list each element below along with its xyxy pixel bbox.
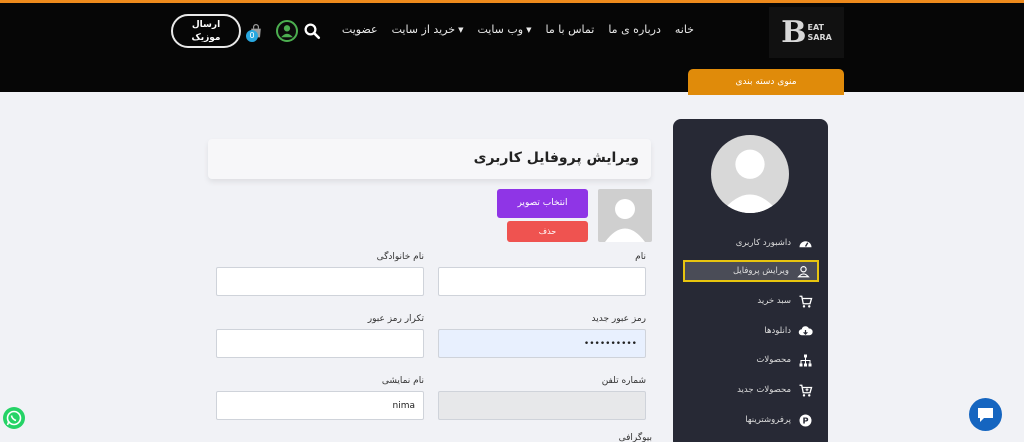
live-chat-button[interactable] — [969, 398, 1002, 431]
new-password-input[interactable] — [438, 329, 646, 358]
user-account-icon[interactable] — [276, 20, 298, 42]
nav-home[interactable]: خانه — [675, 23, 694, 36]
repeat-password-input[interactable] — [216, 329, 424, 358]
cart-icon — [799, 295, 813, 308]
svg-text:P: P — [802, 415, 808, 425]
search-icon[interactable] — [303, 22, 321, 40]
send-music-label-2: موزیک — [191, 33, 221, 43]
sidebar-item-edit-profile[interactable]: ویرایش پروفایل — [683, 260, 819, 282]
logo-letter: B — [781, 14, 807, 50]
user-icon — [797, 265, 810, 277]
last-name-label: نام خانوادگی — [376, 252, 424, 262]
sidebar-item-dashboard[interactable]: داشبورد کاربری — [683, 232, 819, 254]
sidebar-item-downloads[interactable]: دانلودها — [683, 320, 819, 342]
first-name-label: نام — [635, 252, 646, 262]
chevron-down-icon: ▼ — [526, 25, 532, 34]
sitemap-icon — [799, 354, 812, 366]
display-name-input[interactable] — [216, 391, 424, 420]
send-music-label-1: ارسال — [191, 20, 221, 30]
cart-plus-icon — [799, 384, 813, 397]
logo-text-1: EAT — [807, 22, 825, 32]
last-name-input[interactable] — [216, 267, 424, 296]
send-music-button[interactable]: ارسال موزیک — [171, 14, 241, 48]
site-logo[interactable]: B EAT SARA — [769, 7, 844, 58]
page-title: ویرایش پروفایل کاربری — [473, 150, 639, 166]
sidebar-item-best-sellers[interactable]: P پرفروشترینها — [683, 409, 819, 431]
whatsapp-icon — [6, 410, 22, 426]
profile-image-preview — [598, 189, 652, 242]
page-title-card: ویرایش پروفایل کاربری — [208, 139, 651, 179]
choose-image-button[interactable]: انتخاب تصویر — [497, 189, 588, 218]
cart-count-badge: 0 — [246, 30, 258, 42]
phone-input[interactable] — [438, 391, 646, 420]
dashboard-icon — [799, 240, 812, 247]
nav-website[interactable]: وب سایت ▼ — [477, 23, 531, 36]
nav-contact[interactable]: تماس با ما — [545, 23, 594, 36]
user-placeholder-icon — [605, 199, 645, 242]
nav-shop[interactable]: خرید از سایت ▼ — [392, 23, 464, 36]
user-placeholder-icon — [720, 149, 780, 213]
chevron-down-icon: ▼ — [458, 25, 464, 34]
user-sidebar: داشبورد کاربری ویرایش پروفایل سبد خرید د… — [673, 119, 828, 442]
phone-label: شماره تلفن — [601, 376, 646, 386]
bio-label: بیوگرافی — [618, 433, 652, 442]
nav-membership[interactable]: عضویت — [342, 23, 378, 36]
site-header: B EAT SARA خانه درباره ی ما تماس با ما و… — [0, 0, 1024, 95]
repeat-password-label: تکرار رمز عبور — [367, 314, 424, 324]
whatsapp-button[interactable] — [3, 407, 25, 429]
delete-image-button[interactable]: حذف — [507, 221, 588, 242]
sidebar-item-cart[interactable]: سبد خرید — [683, 290, 819, 312]
main-nav: خانه درباره ی ما تماس با ما وب سایت ▼ خری… — [342, 23, 694, 36]
sidebar-avatar — [711, 135, 789, 213]
new-password-label: رمز عبور جدید — [591, 314, 646, 324]
category-menu-button[interactable]: منوی دسته بندی — [688, 69, 844, 95]
p-circle-icon: P — [799, 414, 812, 426]
sidebar-item-new-products[interactable]: محصولات جدید — [683, 379, 819, 401]
sidebar-item-products[interactable]: محصولات — [683, 349, 819, 371]
chat-bubble-icon — [978, 408, 993, 422]
logo-text-2: SARA — [807, 32, 832, 42]
display-name-label: نام نمایشی — [381, 376, 424, 386]
cloud-download-icon — [798, 325, 813, 335]
first-name-input[interactable] — [438, 267, 646, 296]
nav-about[interactable]: درباره ی ما — [608, 23, 661, 36]
